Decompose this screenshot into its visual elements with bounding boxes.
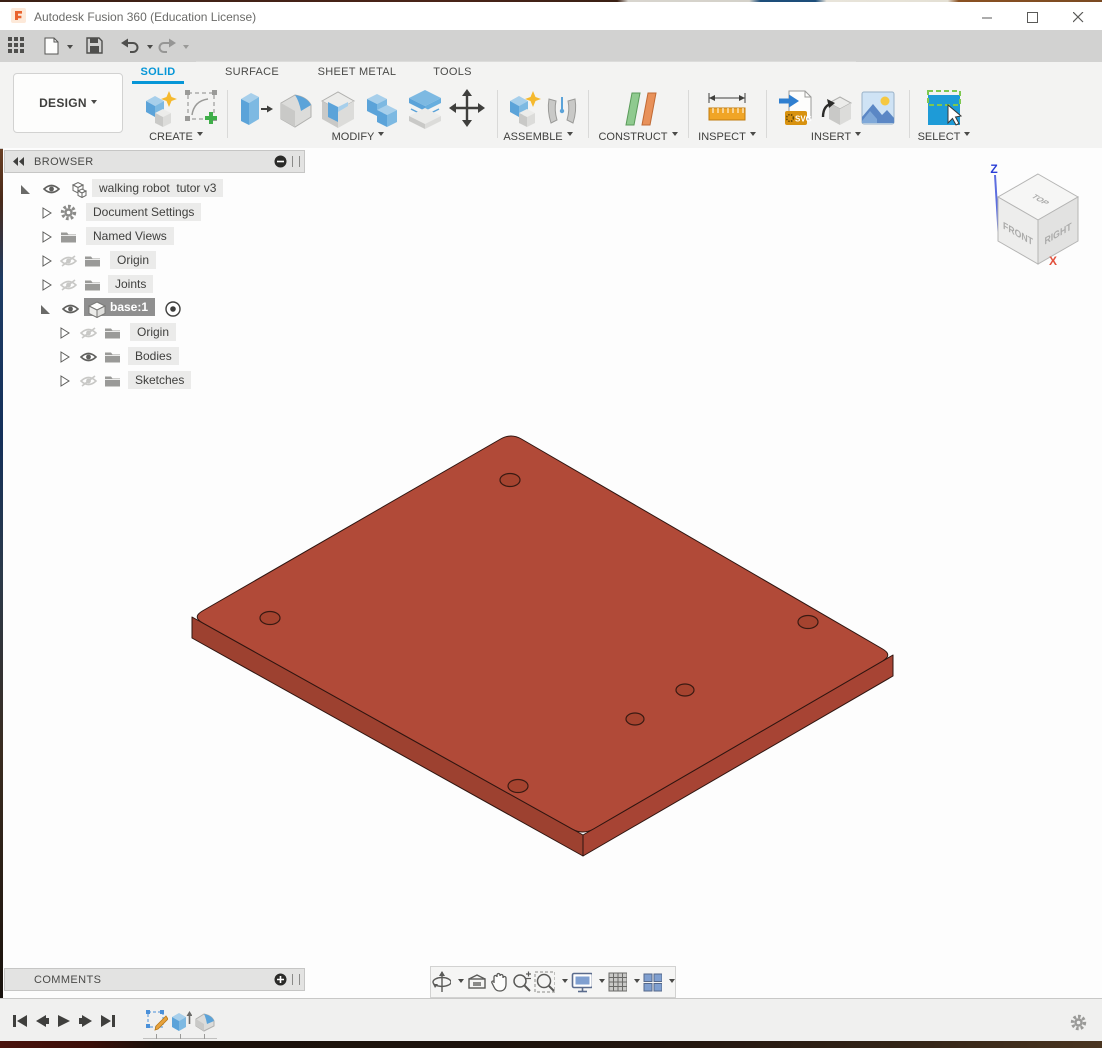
collapsed-arrow-icon[interactable] bbox=[60, 351, 70, 363]
collapsed-arrow-icon[interactable] bbox=[60, 327, 70, 339]
visibility-off-eye-icon[interactable] bbox=[80, 327, 97, 339]
activate-component-radio-icon[interactable] bbox=[165, 301, 181, 317]
tree-label[interactable]: Document Settings bbox=[86, 203, 202, 221]
viewports-icon[interactable] bbox=[643, 973, 663, 992]
timeline-step-forward-button[interactable] bbox=[78, 1013, 96, 1029]
timeline-go-to-end-button[interactable] bbox=[100, 1013, 118, 1029]
collapse-all-icon[interactable] bbox=[274, 155, 287, 168]
folder-icon bbox=[61, 232, 76, 243]
timeline-tick bbox=[204, 1034, 205, 1039]
folder-icon bbox=[105, 376, 120, 387]
visibility-off-eye-icon[interactable] bbox=[60, 255, 77, 267]
zoom-icon[interactable] bbox=[511, 971, 531, 993]
timeline-fillet-feature[interactable] bbox=[194, 1010, 216, 1032]
tree-label[interactable]: Origin bbox=[110, 251, 157, 269]
tree-label[interactable]: Sketches bbox=[128, 371, 192, 389]
visibility-eye-icon[interactable] bbox=[80, 351, 97, 363]
look-at-icon[interactable] bbox=[467, 972, 487, 992]
folder-icon bbox=[105, 328, 120, 339]
browser-panel-grip[interactable] bbox=[292, 156, 300, 167]
visibility-off-eye-icon[interactable] bbox=[80, 375, 97, 387]
collapsed-arrow-icon[interactable] bbox=[42, 207, 52, 219]
component-icon bbox=[71, 181, 87, 198]
tree-label[interactable]: Joints bbox=[108, 275, 154, 293]
visibility-eye-icon[interactable] bbox=[43, 183, 60, 195]
body-cube-icon bbox=[88, 301, 106, 318]
collapsed-arrow-icon[interactable] bbox=[42, 231, 52, 243]
collapsed-arrow-icon[interactable] bbox=[42, 279, 52, 291]
expand-comments-icon[interactable] bbox=[274, 973, 287, 986]
layout-grid-icon[interactable] bbox=[608, 972, 627, 992]
fit-view-icon[interactable] bbox=[534, 971, 555, 993]
orbit-caret[interactable] bbox=[458, 978, 465, 986]
comments-panel-title: COMMENTS bbox=[34, 973, 102, 986]
comments-panel-header[interactable]: COMMENTS bbox=[4, 968, 305, 991]
view-cube[interactable]: TOP FRONT RIGHT Z X bbox=[960, 155, 1102, 275]
layout-grid-caret[interactable] bbox=[633, 978, 640, 986]
display-settings-caret[interactable] bbox=[598, 978, 605, 986]
timeline-tick bbox=[156, 1034, 157, 1039]
timeline-tick bbox=[180, 1034, 181, 1039]
timeline-bar bbox=[0, 998, 1102, 1041]
collapsed-arrow-icon[interactable] bbox=[60, 375, 70, 387]
display-settings-icon[interactable] bbox=[571, 972, 592, 993]
orbit-icon[interactable] bbox=[431, 971, 452, 993]
view-navigation-toolbar bbox=[430, 966, 676, 998]
tree-label[interactable]: walking robot tutor v3 bbox=[92, 179, 224, 197]
visibility-off-eye-icon[interactable] bbox=[60, 279, 77, 291]
folder-icon bbox=[85, 256, 100, 267]
timeline-go-to-start-button[interactable] bbox=[12, 1013, 30, 1029]
folder-icon bbox=[85, 280, 100, 291]
timeline-settings-gear-icon[interactable] bbox=[1070, 1014, 1087, 1031]
expanded-arrow-icon[interactable] bbox=[40, 304, 51, 315]
pan-hand-icon[interactable] bbox=[489, 971, 508, 993]
viewports-caret[interactable] bbox=[669, 978, 676, 986]
browser-panel-title: BROWSER bbox=[34, 155, 94, 168]
tree-label[interactable]: Bodies bbox=[128, 347, 179, 365]
comments-panel-grip[interactable] bbox=[292, 974, 300, 985]
browser-panel-header: BROWSER bbox=[4, 150, 305, 173]
fit-view-caret[interactable] bbox=[561, 978, 568, 986]
tree-label[interactable]: Origin bbox=[130, 323, 177, 341]
folder-icon bbox=[105, 352, 120, 363]
tree-label[interactable]: Named Views bbox=[86, 227, 174, 245]
z-axis-label: Z bbox=[990, 162, 997, 176]
visibility-eye-icon[interactable] bbox=[62, 303, 79, 315]
expanded-arrow-icon[interactable] bbox=[20, 184, 31, 195]
collapse-panel-icon[interactable] bbox=[13, 157, 25, 166]
gear-icon bbox=[60, 204, 77, 221]
timeline-sketch-feature[interactable] bbox=[146, 1010, 168, 1032]
collapsed-arrow-icon[interactable] bbox=[42, 255, 52, 267]
timeline-extrude-feature[interactable] bbox=[170, 1010, 192, 1032]
timeline-play-button[interactable] bbox=[56, 1013, 74, 1029]
timeline-step-back-button[interactable] bbox=[34, 1013, 52, 1029]
x-axis-label: X bbox=[1049, 254, 1057, 268]
